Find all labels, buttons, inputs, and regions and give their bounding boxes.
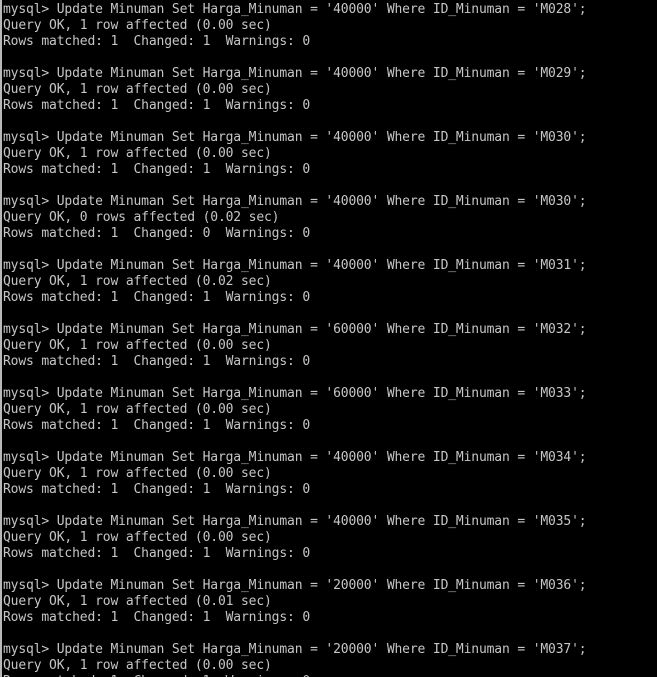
terminal-command-block: mysql> Update Minuman Set Harga_Minuman … — [3, 322, 657, 386]
terminal-query-status-line: Query OK, 1 row affected (0.02 sec) — [3, 274, 272, 289]
terminal-window: mysql> Update Minuman Set Harga_Minuman … — [0, 0, 657, 677]
terminal-command-line: mysql> Update Minuman Set Harga_Minuman … — [3, 2, 587, 17]
terminal-query-status-line: Query OK, 1 row affected (0.00 sec) — [3, 18, 272, 33]
terminal-command-line: mysql> Update Minuman Set Harga_Minuman … — [3, 578, 587, 593]
terminal-command-line: mysql> Update Minuman Set Harga_Minuman … — [3, 258, 587, 273]
terminal-command-block: mysql> Update Minuman Set Harga_Minuman … — [3, 450, 657, 514]
terminal-rows-summary-line: Rows matched: 1 Changed: 1 Warnings: 0 — [3, 354, 311, 369]
window-left-border — [0, 0, 2, 677]
terminal-command-block: mysql> Update Minuman Set Harga_Minuman … — [3, 386, 657, 450]
terminal-command-block: mysql> Update Minuman Set Harga_Minuman … — [3, 2, 657, 66]
terminal-query-status-line: Query OK, 0 rows affected (0.02 sec) — [3, 210, 280, 225]
terminal-command-block: mysql> Update Minuman Set Harga_Minuman … — [3, 514, 657, 578]
terminal-query-status-line: Query OK, 1 row affected (0.00 sec) — [3, 82, 272, 97]
terminal-command-block: mysql> Update Minuman Set Harga_Minuman … — [3, 194, 657, 258]
terminal-query-status-line: Query OK, 1 row affected (0.01 sec) — [3, 594, 272, 609]
terminal-command-block: mysql> Update Minuman Set Harga_Minuman … — [3, 66, 657, 130]
terminal-command-block: mysql> Update Minuman Set Harga_Minuman … — [3, 258, 657, 322]
terminal-rows-summary-line: Rows matched: 1 Changed: 1 Warnings: 0 — [3, 98, 311, 113]
terminal-query-status-line: Query OK, 1 row affected (0.00 sec) — [3, 146, 272, 161]
terminal-rows-summary-line: Rows matched: 1 Changed: 1 Warnings: 0 — [3, 162, 311, 177]
terminal-command-line: mysql> Update Minuman Set Harga_Minuman … — [3, 450, 587, 465]
terminal-command-line: mysql> Update Minuman Set Harga_Minuman … — [3, 322, 587, 337]
terminal-rows-summary-line: Rows matched: 1 Changed: 1 Warnings: 0 — [3, 418, 311, 433]
terminal-command-line: mysql> Update Minuman Set Harga_Minuman … — [3, 66, 587, 81]
terminal-command-line: mysql> Update Minuman Set Harga_Minuman … — [3, 386, 587, 401]
terminal-query-status-line: Query OK, 1 row affected (0.00 sec) — [3, 338, 272, 353]
terminal-rows-summary-line: Rows matched: 1 Changed: 1 Warnings: 0 — [3, 482, 311, 497]
terminal-query-status-line: Query OK, 1 row affected (0.00 sec) — [3, 402, 272, 417]
terminal-command-line: mysql> Update Minuman Set Harga_Minuman … — [3, 514, 587, 529]
terminal-query-status-line: Query OK, 1 row affected (0.00 sec) — [3, 658, 272, 673]
terminal-command-block: mysql> Update Minuman Set Harga_Minuman … — [3, 130, 657, 194]
terminal-query-status-line: Query OK, 1 row affected (0.00 sec) — [3, 530, 272, 545]
terminal-command-line: mysql> Update Minuman Set Harga_Minuman … — [3, 194, 587, 209]
terminal-rows-summary-line: Rows matched: 1 Changed: 1 Warnings: 0 — [3, 34, 311, 49]
terminal-command-line: mysql> Update Minuman Set Harga_Minuman … — [3, 130, 587, 145]
terminal-command-block: mysql> Update Minuman Set Harga_Minuman … — [3, 578, 657, 642]
terminal-command-block: mysql> Update Minuman Set Harga_Minuman … — [3, 642, 657, 677]
terminal-command-line: mysql> Update Minuman Set Harga_Minuman … — [3, 642, 587, 657]
terminal-query-status-line: Query OK, 1 row affected (0.00 sec) — [3, 466, 272, 481]
terminal-output-area[interactable]: mysql> Update Minuman Set Harga_Minuman … — [0, 0, 657, 677]
terminal-rows-summary-line: Rows matched: 1 Changed: 0 Warnings: 0 — [3, 226, 311, 241]
terminal-rows-summary-line: Rows matched: 1 Changed: 1 Warnings: 0 — [3, 610, 311, 625]
terminal-rows-summary-line: Rows matched: 1 Changed: 1 Warnings: 0 — [3, 290, 311, 305]
terminal-rows-summary-line: Rows matched: 1 Changed: 1 Warnings: 0 — [3, 546, 311, 561]
